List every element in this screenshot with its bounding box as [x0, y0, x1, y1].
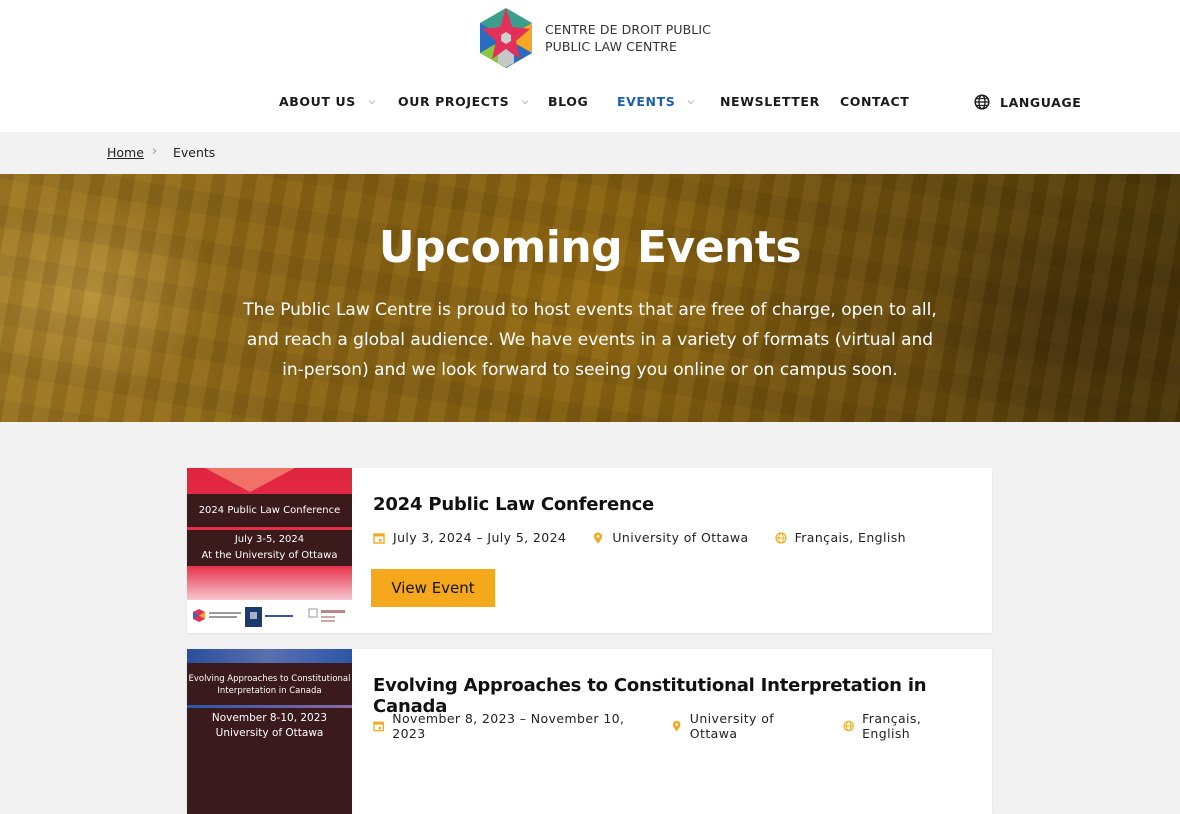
breadcrumb-separator: ›: [152, 144, 158, 159]
chevron-down-icon: [368, 98, 376, 106]
globe-icon: [774, 531, 787, 544]
event-languages: Français, English: [843, 711, 966, 741]
language-label: LANGUAGE: [1000, 94, 1082, 110]
location-pin-icon: [672, 720, 680, 732]
nav-item-newsletter[interactable]: NEWSLETTER: [720, 94, 820, 109]
nav-item-about-us[interactable]: ABOUT US: [279, 94, 376, 109]
chevron-down-icon: [687, 98, 695, 106]
image-divider: [187, 705, 352, 708]
page-title: Upcoming Events: [378, 222, 802, 273]
event-languages-text: Français, English: [862, 711, 922, 741]
nav-item-our-projects[interactable]: OUR PROJECTS: [398, 94, 529, 109]
logo-mark-icon: [480, 8, 532, 68]
event-card: 2024 Public Law Conference July 3-5, 202…: [187, 468, 992, 633]
nav-label: EVENTS: [617, 94, 676, 109]
globe-icon: [974, 94, 990, 110]
logo-line-english: PUBLIC LAW CENTRE: [545, 39, 677, 54]
event-dates-text: July 3, 2024 – July 5, 2024: [393, 530, 567, 545]
image-decoration: [205, 468, 295, 492]
event-languages: Français, English: [774, 530, 906, 545]
globe-icon: [843, 720, 854, 732]
event-image-details: November 8-10, 2023 University of Ottawa: [187, 711, 352, 741]
logo-text: CENTRE DE DROIT PUBLIC PUBLIC LAW CENTRE: [545, 21, 711, 55]
event-dates: July 3, 2024 – July 5, 2024: [373, 530, 566, 545]
breadcrumb-home-link[interactable]: Home: [107, 145, 144, 160]
event-meta: July 3, 2024 – July 5, 2024 University o…: [373, 530, 932, 545]
chevron-down-icon: [521, 98, 529, 106]
main-nav: ABOUT US OUR PROJECTS BLOG EVENTS NEWSLE…: [0, 94, 1180, 116]
uottawa-logo-icon: [308, 608, 345, 622]
event-languages-text: Français, English: [794, 530, 906, 545]
melbourne-logo-icon: [245, 607, 262, 627]
sponsor-logos: [187, 600, 352, 633]
hero-description: The Public Law Centre is proud to host e…: [243, 300, 937, 380]
event-image-title: Evolving Approaches to Constitutional In…: [188, 674, 351, 696]
calendar-icon: [373, 721, 384, 732]
event-image-venue: At the University of Ottawa: [201, 550, 338, 561]
event-title[interactable]: 2024 Public Law Conference: [373, 494, 654, 515]
event-location-text: University of Ottawa: [689, 711, 775, 741]
event-image-title: 2024 Public Law Conference: [187, 494, 352, 527]
nav-label: OUR PROJECTS: [398, 94, 510, 109]
event-location: University of Ottawa: [592, 530, 748, 545]
view-event-button[interactable]: View Event: [371, 569, 495, 607]
logo-line-french: CENTRE DE DROIT PUBLIC: [545, 22, 711, 37]
image-decoration: [187, 649, 352, 663]
breadcrumb: Home › Events: [0, 132, 1180, 174]
nav-label: NEWSLETTER: [720, 94, 820, 109]
nav-label: CONTACT: [840, 94, 910, 109]
language-selector[interactable]: LANGUAGE: [974, 94, 1081, 110]
event-image[interactable]: 2024 Public Law Conference July 3-5, 202…: [187, 468, 352, 633]
event-meta: November 8, 2023 – November 10, 2023 Uni…: [373, 711, 992, 741]
event-card: Evolving Approaches to Constitutional In…: [187, 649, 992, 814]
nav-label: ABOUT US: [279, 94, 356, 109]
event-dates: November 8, 2023 – November 10, 2023: [373, 711, 645, 741]
event-image-date: July 3-5, 2024: [234, 534, 305, 545]
event-image-venue: University of Ottawa: [215, 727, 324, 739]
event-location-text: University of Ottawa: [612, 530, 749, 545]
event-location: University of Ottawa: [671, 711, 817, 741]
breadcrumb-current: Events: [173, 145, 216, 160]
nav-item-contact[interactable]: CONTACT: [840, 94, 909, 109]
nav-item-events[interactable]: EVENTS: [617, 94, 695, 109]
event-image[interactable]: Evolving Approaches to Constitutional In…: [187, 649, 352, 814]
calendar-icon: [373, 532, 385, 544]
event-image-details: July 3-5, 2024 At the University of Otta…: [187, 530, 352, 566]
site-header: CENTRE DE DROIT PUBLIC PUBLIC LAW CENTRE…: [0, 0, 1180, 132]
location-pin-icon: [594, 532, 603, 543]
plc-logo-icon: [193, 609, 205, 622]
site-logo[interactable]: CENTRE DE DROIT PUBLIC PUBLIC LAW CENTRE: [478, 7, 711, 69]
nav-label: BLOG: [548, 94, 589, 109]
hero-banner: Upcoming Events The Public Law Centre is…: [0, 174, 1180, 422]
event-image-date: November 8-10, 2023: [211, 712, 328, 724]
event-dates-text: November 8, 2023 – November 10, 2023: [392, 711, 625, 741]
nav-item-blog[interactable]: BLOG: [548, 94, 588, 109]
